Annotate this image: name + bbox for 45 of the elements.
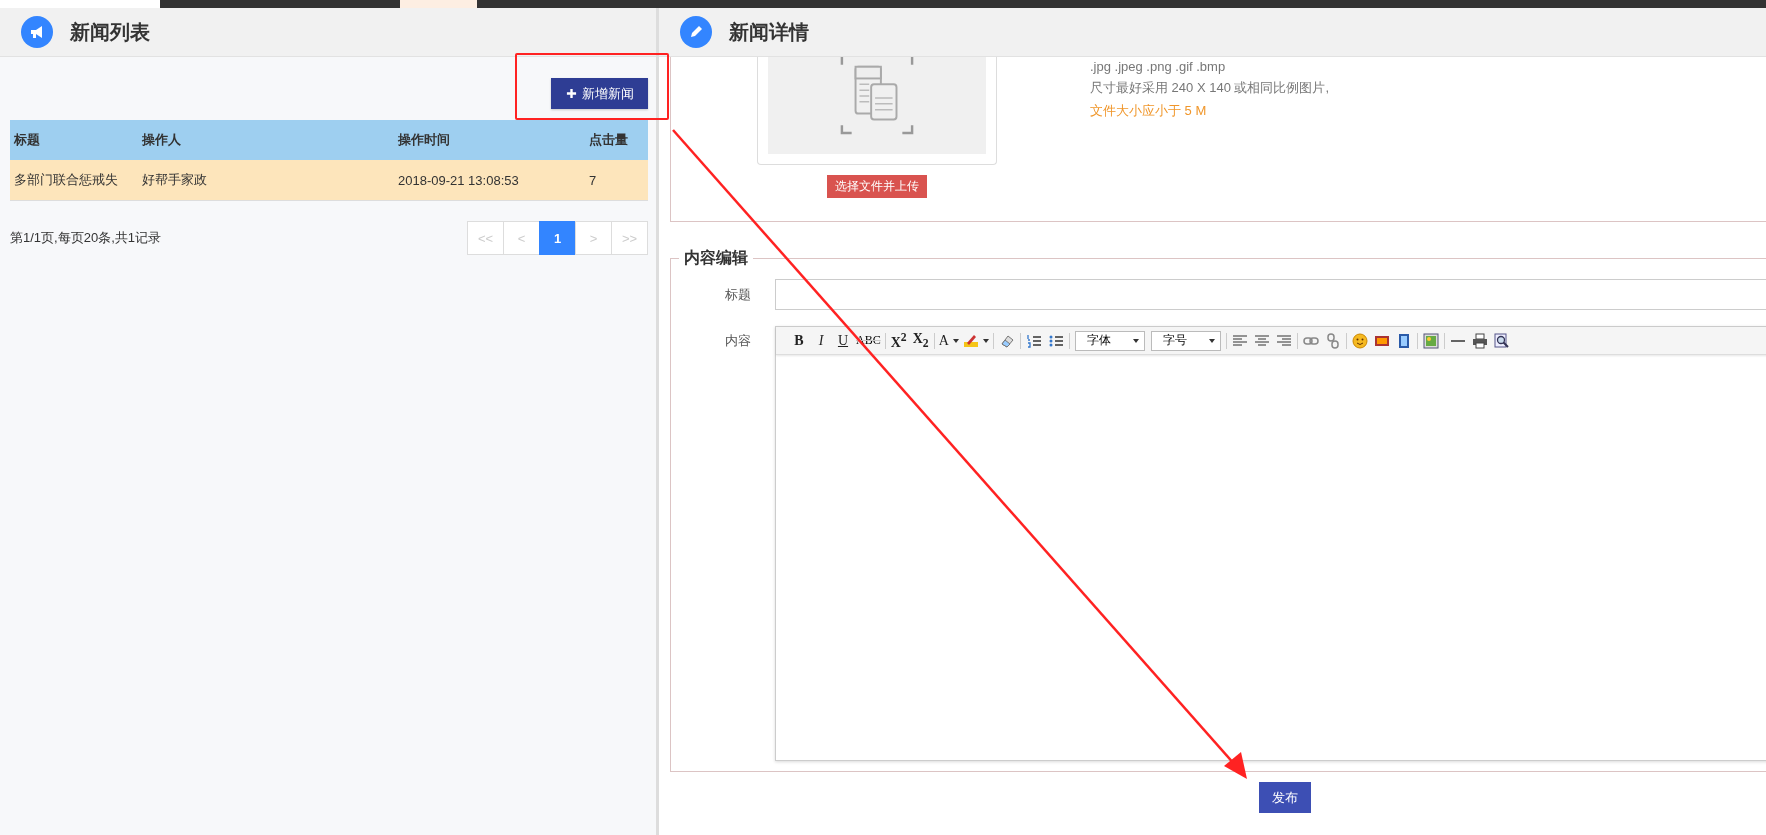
format-button[interactable]: X$^{2}$ bbox=[887, 329, 910, 352]
highlight-icon bbox=[962, 332, 979, 349]
title-input[interactable] bbox=[775, 279, 1766, 310]
table-cell-text: 2018-09-21 13:08:53 bbox=[397, 172, 520, 188]
upload-hint: 尺寸最好采用 240 X 140 或相同比例图片, bbox=[1090, 79, 1330, 97]
column-header: 操作人 bbox=[141, 131, 182, 149]
print-icon bbox=[1471, 332, 1488, 349]
publish-button[interactable]: 发布 bbox=[1259, 782, 1311, 813]
add-news-button[interactable]: 新增新闻 bbox=[551, 78, 648, 109]
toolbar-dropdown[interactable]: 字号 bbox=[1150, 330, 1221, 351]
panel-title: 新闻详情 bbox=[729, 19, 809, 45]
format-button[interactable]: U bbox=[832, 329, 854, 352]
pencil-icon bbox=[680, 16, 712, 48]
ordered-list-icon bbox=[1025, 332, 1042, 349]
align-right-icon bbox=[1275, 332, 1292, 349]
section-legend: 内容编辑 bbox=[679, 248, 753, 269]
panel-title: 新闻列表 bbox=[70, 19, 150, 45]
upload-hint: 文件大小应小于 5 M bbox=[1090, 102, 1208, 120]
field-label: 标题 bbox=[724, 285, 752, 304]
align-center-icon bbox=[1253, 332, 1270, 349]
align-left-icon bbox=[1231, 332, 1248, 349]
megaphone-icon bbox=[21, 16, 53, 48]
table-cell-text: 多部门联合惩戒失 bbox=[13, 171, 119, 189]
table-cell-text: 好帮手家政 bbox=[141, 171, 208, 189]
gallery-icon bbox=[1422, 332, 1439, 349]
unlink-icon bbox=[1324, 332, 1341, 349]
table-cell-text: 7 bbox=[588, 172, 598, 188]
emoticon-icon bbox=[1351, 332, 1368, 349]
format-button[interactable]: X$_{2}$ bbox=[909, 329, 932, 352]
rule-icon bbox=[1449, 339, 1466, 342]
toolbar-dropdown[interactable]: 字体 bbox=[1074, 330, 1145, 351]
format-button[interactable]: A bbox=[936, 329, 961, 352]
table-row[interactable]: 多部门联合惩戒失 好帮手家政 2018-09-21 13:08:53 7 bbox=[10, 160, 648, 201]
upload-hint: .jpg .jpeg .png .gif .bmp bbox=[1090, 59, 1227, 74]
page-button[interactable]: 1 bbox=[539, 221, 576, 255]
column-header: 操作时间 bbox=[397, 131, 451, 149]
format-button[interactable]: I bbox=[810, 329, 832, 352]
format-button[interactable]: B bbox=[788, 329, 810, 352]
plus-icon bbox=[565, 88, 577, 99]
upload-button[interactable]: 选择文件并上传 bbox=[827, 175, 927, 198]
column-header: 标题 bbox=[13, 131, 41, 149]
page-summary: 第1/1页,每页20条,共1记录 bbox=[10, 229, 161, 247]
column-header: 点击量 bbox=[588, 131, 629, 149]
field-label: 内容 bbox=[724, 332, 752, 350]
preview-icon bbox=[1493, 332, 1510, 349]
